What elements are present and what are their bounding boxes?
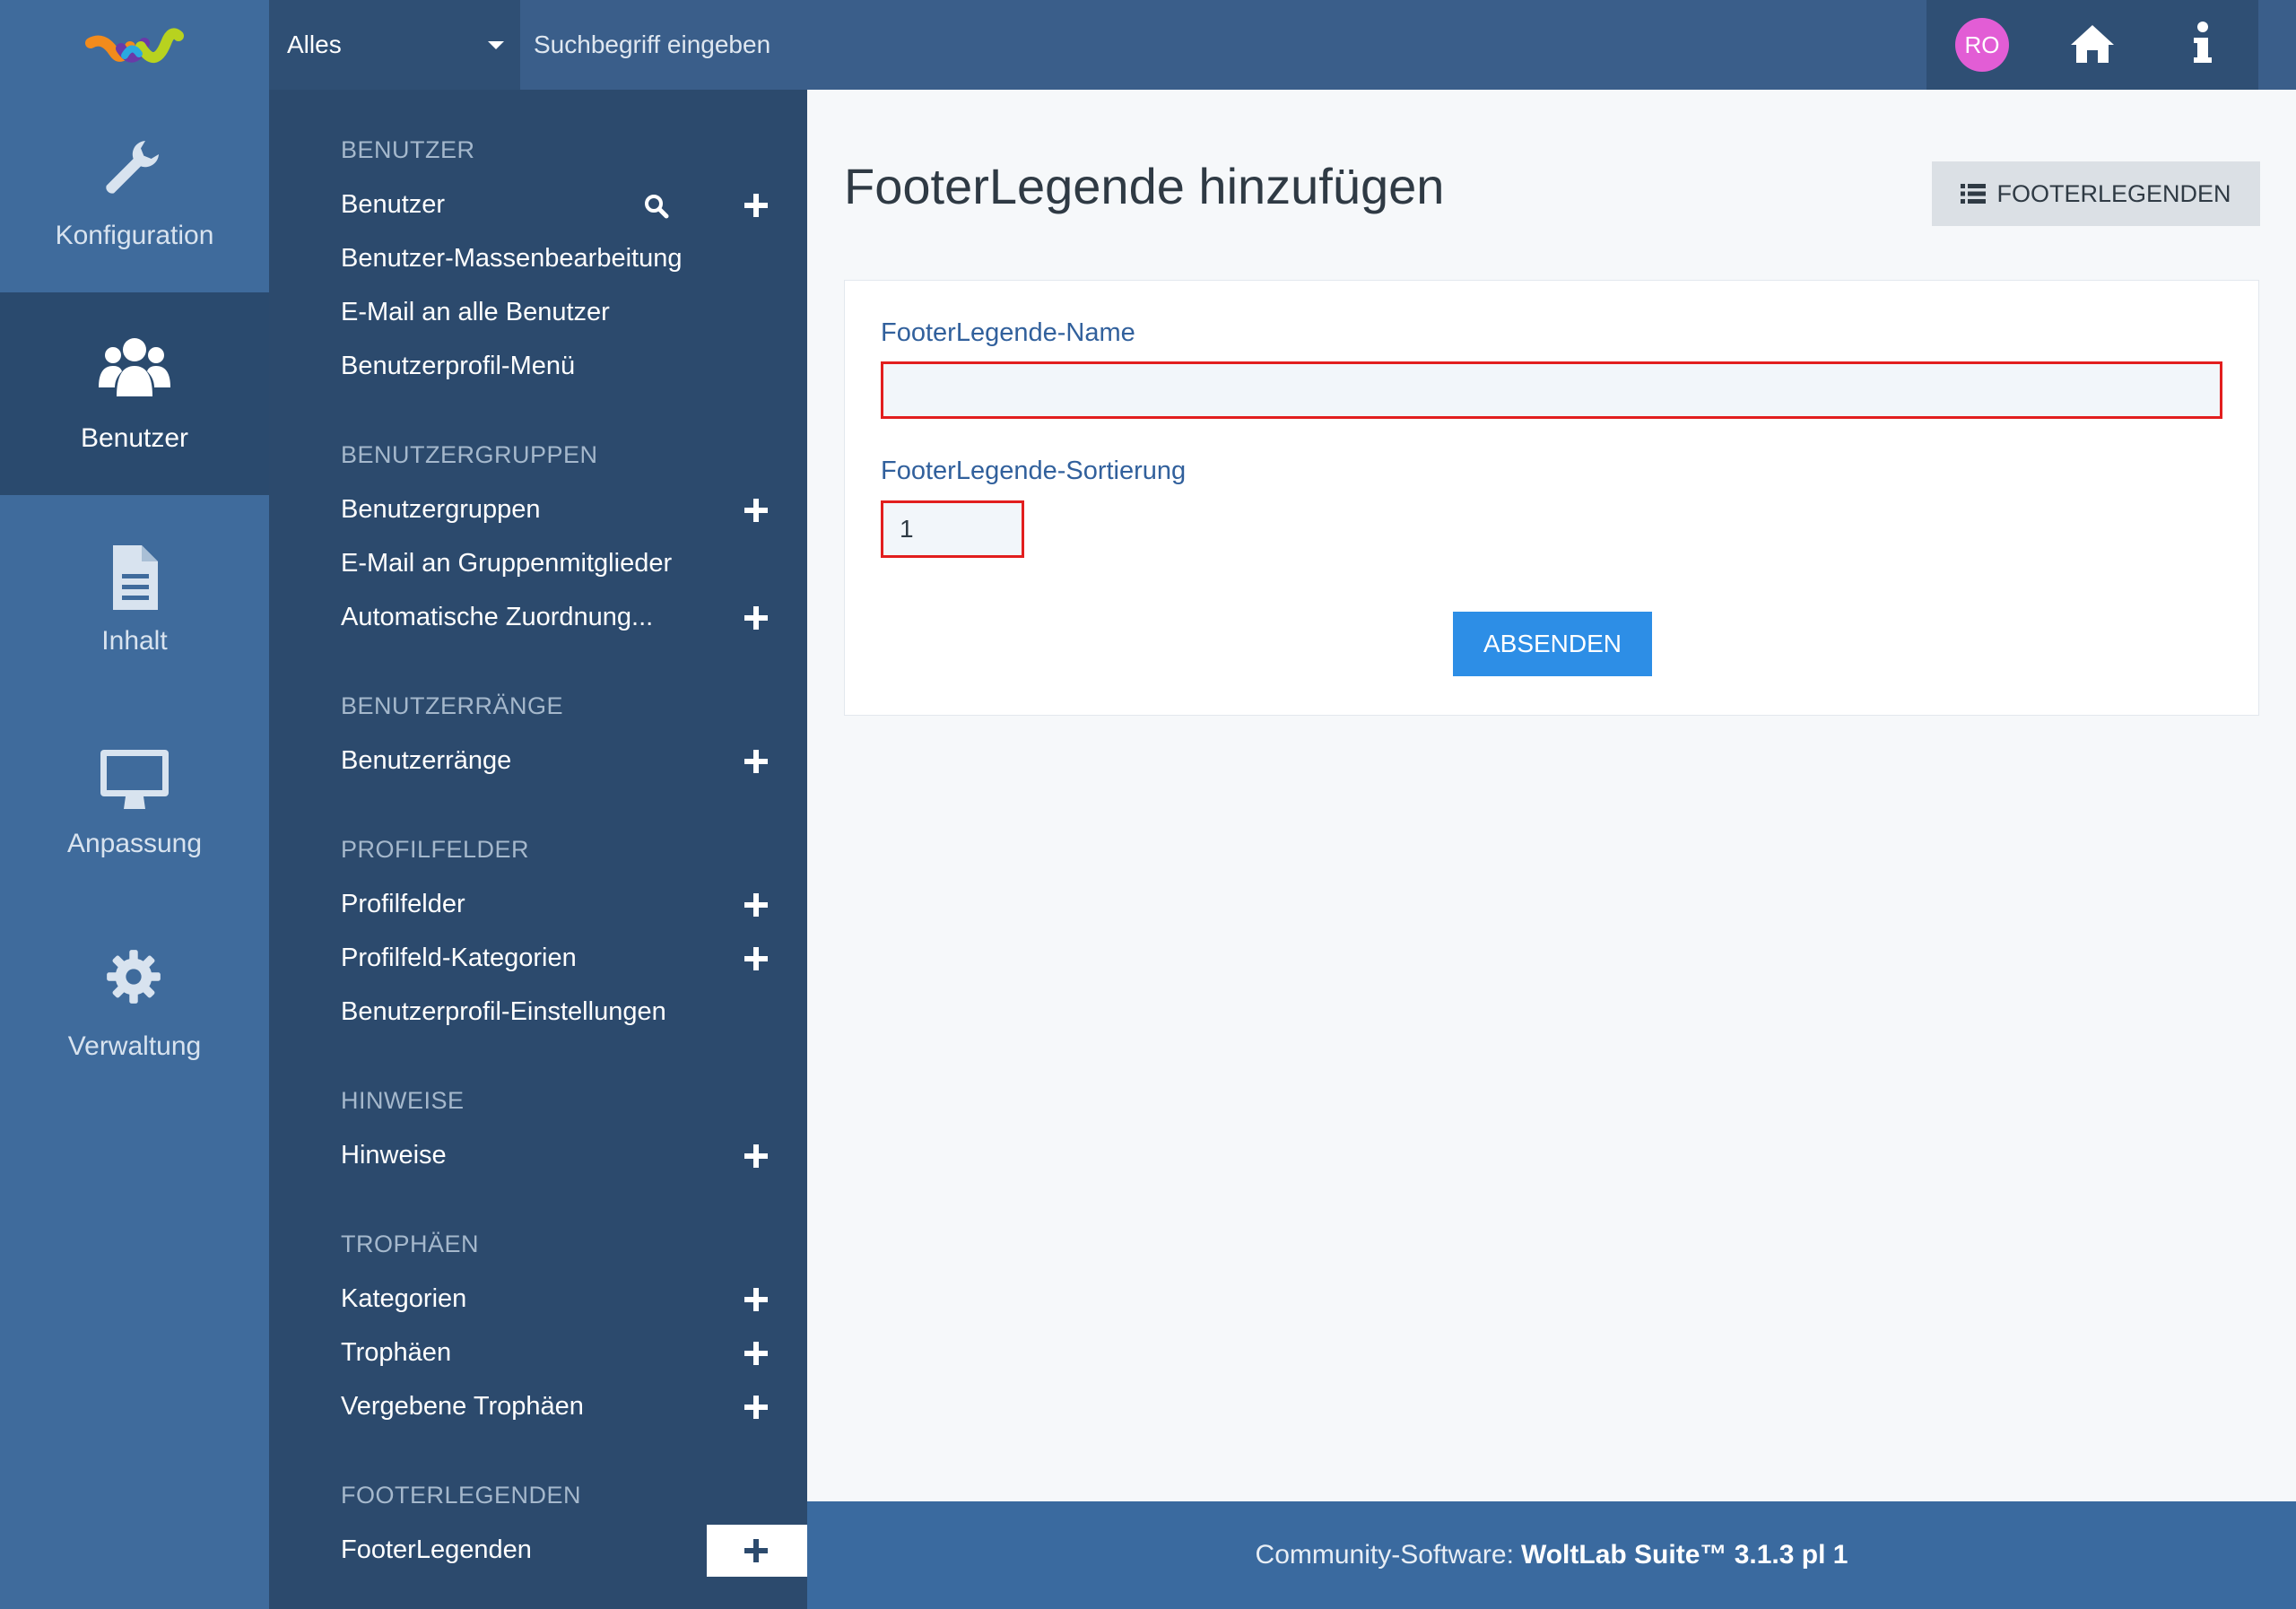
main-content: FooterLegende hinzufügen FOOTERLEGENDEN … [807,90,2296,1501]
menu-item-vergebene-trophaeen[interactable]: Vergebene Trophäen [341,1392,584,1422]
add-footerlegende-active[interactable] [707,1525,807,1577]
gear-icon [107,950,161,1004]
logo[interactable] [0,0,269,90]
menu-item-benutzer[interactable]: Benutzer [341,190,445,220]
footerlegenden-list-button[interactable]: FOOTERLEGENDEN [1932,161,2260,226]
search-input[interactable] [520,0,1058,90]
wrench-icon [106,141,159,194]
main-nav-verwaltung[interactable]: Verwaltung [0,900,269,1103]
menu-item-trophaeen[interactable]: Trophäen [341,1338,451,1368]
search-scope-label: Alles [287,30,342,58]
menu-item-email-alle-benutzer[interactable]: E-Mail an alle Benutzer [341,298,610,327]
add-icon[interactable] [744,1144,768,1168]
main-nav-inhalt[interactable]: Inhalt [0,495,269,698]
add-icon[interactable] [744,1288,768,1311]
menu-item-footerlegenden[interactable]: FooterLegenden [341,1535,532,1565]
list-icon [1961,184,1987,204]
name-field-label: FooterLegende-Name [881,318,1135,347]
section-header: FOOTERLEGENDEN [341,1482,582,1509]
add-icon[interactable] [744,499,768,522]
menu-item-benutzerprofil-einstellungen[interactable]: Benutzerprofil-Einstellungen [341,997,666,1027]
section-header: BENUTZER [341,136,475,163]
menu-item-profilfelder[interactable]: Profilfelder [341,890,465,919]
user-avatar[interactable]: RO [1955,18,2009,72]
form-container: FooterLegende-Name FooterLegende-Sortier… [844,280,2259,716]
submit-button[interactable]: ABSENDEN [1453,612,1652,676]
users-icon [99,338,170,396]
list-button-label: FOOTERLEGENDEN [1996,179,2231,207]
main-nav-benutzer[interactable]: Benutzer [0,292,269,495]
top-bar: Alles RO [0,0,2296,90]
main-nav: Konfiguration Benutzer Inhalt Anpassung [0,90,269,1609]
menu-item-automatische-zuordnung[interactable]: Automatische Zuordnung... [341,603,653,632]
section-header: BENUTZERGRUPPEN [341,441,598,468]
add-icon[interactable] [744,606,768,630]
add-icon[interactable] [744,750,768,773]
main-nav-label: Konfiguration [55,221,214,250]
menu-item-benutzer-massenbearbeitung[interactable]: Benutzer-Massenbearbeitung [341,244,682,274]
menu-item-hinweise[interactable]: Hinweise [341,1141,447,1170]
menu-item-email-gruppenmitglieder[interactable]: E-Mail an Gruppenmitglieder [341,549,672,578]
section-header: PROFILFELDER [341,836,530,863]
menu-item-kategorien[interactable]: Kategorien [341,1284,466,1314]
page-title: FooterLegende hinzufügen [844,158,1445,214]
menu-item-benutzergruppen[interactable]: Benutzergruppen [341,495,541,525]
add-icon[interactable] [744,1396,768,1419]
add-icon[interactable] [744,1342,768,1365]
avatar-initials: RO [1964,30,2000,58]
main-nav-konfiguration[interactable]: Konfiguration [0,90,269,292]
sort-field-label: FooterLegende-Sortierung [881,457,1187,485]
footerlegende-name-input[interactable] [881,361,2222,419]
woltlab-logo-icon [85,28,184,63]
add-icon[interactable] [744,893,768,917]
main-nav-label: Inhalt [101,626,168,656]
section-header: TROPHÄEN [341,1231,480,1257]
footer-prefix: Community-Software: [1255,1540,1514,1570]
monitor-icon [100,750,169,809]
document-icon [113,545,158,610]
caret-down-icon [488,41,504,49]
home-icon[interactable] [2067,22,2118,66]
main-nav-label: Anpassung [66,829,203,858]
main-nav-label: Benutzer [80,423,189,453]
add-icon[interactable] [744,194,768,217]
section-header: BENUTZERRÄNGE [341,692,564,719]
main-nav-anpassung[interactable]: Anpassung [0,698,269,900]
menu-item-benutzerraenge[interactable]: Benutzerränge [341,746,511,776]
search-icon[interactable] [644,194,669,219]
menu-item-benutzerprofil-menu[interactable]: Benutzerprofil-Menü [341,352,575,381]
sub-menu: BENUTZER Benutzer Benutzer-Massenbearbei… [269,90,807,1609]
footer-product-link[interactable]: WoltLab Suite™ 3.1.3 pl 1 [1521,1540,1848,1570]
footerlegende-sort-input[interactable] [881,500,1024,558]
main-nav-label: Verwaltung [67,1031,202,1061]
footer: Community-Software: WoltLab Suite™ 3.1.3… [807,1501,2296,1609]
add-icon[interactable] [744,947,768,970]
section-header: HINWEISE [341,1087,465,1114]
search-scope-dropdown[interactable]: Alles [269,0,520,90]
add-icon[interactable] [744,1539,768,1562]
info-icon[interactable] [2188,22,2215,66]
menu-item-profilfeld-kategorien[interactable]: Profilfeld-Kategorien [341,944,577,973]
